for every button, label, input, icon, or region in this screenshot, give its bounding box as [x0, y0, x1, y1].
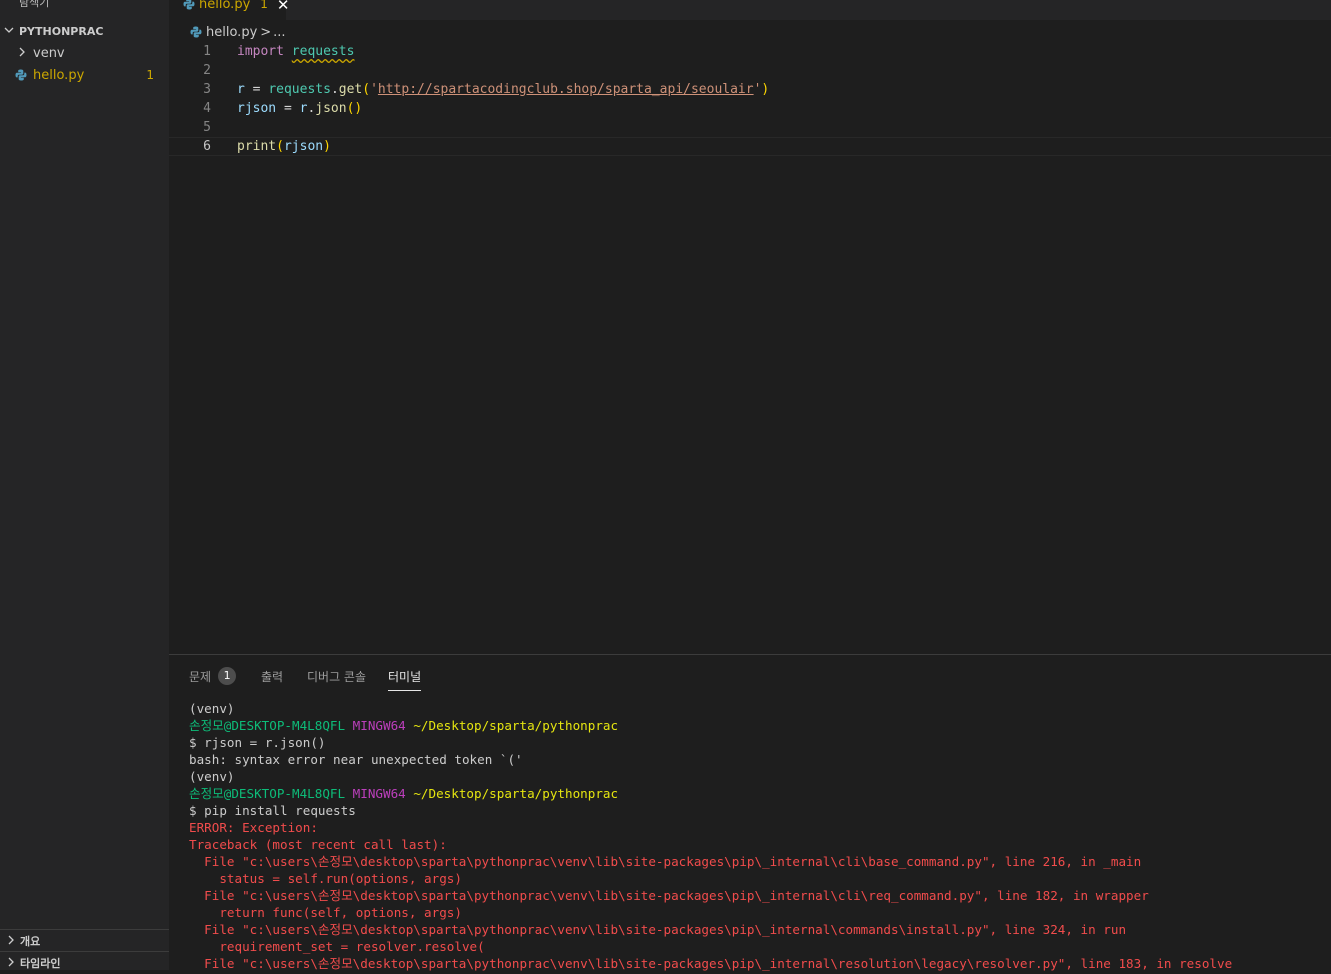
python-file-icon [183, 0, 195, 10]
section-title: 타임라인 [20, 957, 61, 970]
breadcrumb-more[interactable]: ... [273, 25, 285, 40]
tab-debug-console[interactable]: 디버그 콘솔 [307, 665, 366, 687]
terminal-error-line: ERROR: Exception: [189, 820, 318, 835]
line-number: 4 [203, 101, 211, 116]
timeline-section[interactable]: 타임라인 [0, 951, 169, 974]
code-line: 3 r = requests.get('http://spartacodingc… [169, 80, 1331, 99]
code-text: r = requests.get('http://spartacodingclu… [237, 82, 770, 97]
breadcrumb-file[interactable]: hello.py [206, 25, 257, 40]
breadcrumb: hello.py > ... [169, 22, 286, 42]
terminal-error-line: requirement_set = resolver.resolve( [189, 939, 485, 954]
line-number: 1 [203, 44, 211, 59]
chevron-right-icon [6, 957, 16, 970]
close-icon[interactable]: ✕ [277, 0, 290, 14]
explorer-title: 탐색기 [19, 0, 50, 9]
terminal-line: $ pip install requests [189, 803, 356, 818]
tab-label: 문제 [189, 669, 212, 684]
tab-label: 출력 [261, 669, 284, 684]
terminal-error-line: status = self.run(options, args) [189, 871, 462, 886]
editor-tab-bar: hello.py 1 ✕ [169, 0, 1331, 20]
code-text: print(rjson) [237, 139, 331, 154]
ellipsis-icon[interactable]: ··· [138, 0, 154, 8]
terminal-prompt: 손정모@DESKTOP-M4L8QFL MINGW64 ~/Desktop/sp… [189, 717, 1232, 734]
tab-output[interactable]: 출력 [261, 665, 283, 687]
tree-item-label: hello.py [33, 67, 85, 83]
problem-count-badge: 1 [146, 68, 154, 82]
prompt-path: ~/Desktop/sparta/pythonprac [413, 718, 619, 733]
code-text: import requests [237, 44, 355, 59]
python-file-icon [15, 69, 27, 81]
prompt-user: 손정모@DESKTOP-M4L8QFL [189, 718, 346, 733]
code-text: rjson = r.json() [237, 101, 363, 116]
tab-problem-badge: 1 [260, 0, 268, 11]
chevron-down-icon [4, 25, 14, 38]
code-line: 4 rjson = r.json() [169, 99, 1331, 118]
terminal-line: (venv) [189, 701, 235, 716]
terminal-line: (venv) [189, 769, 235, 784]
prompt-user: 손정모@DESKTOP-M4L8QFL [189, 786, 346, 801]
code-line: 1 import requests [169, 42, 1331, 61]
terminal-error-line: File "c:\users\손정모\desktop\sparta\python… [189, 922, 1127, 937]
terminal-prompt: 손정모@DESKTOP-M4L8QFL MINGW64 ~/Desktop/sp… [189, 785, 1232, 802]
terminal-error-line: File "c:\users\손정모\desktop\sparta\python… [189, 956, 1233, 971]
tab-hello-py[interactable]: hello.py 1 ✕ [169, 0, 289, 20]
prompt-path: ~/Desktop/sparta/pythonprac [413, 786, 619, 801]
bottom-panel: 문제 1 출력 디버그 콘솔 터미널 (venv) 손정모@DESKTOP-M4L… [169, 654, 1331, 971]
chevron-right-icon [17, 47, 29, 60]
folder-header-pythonprac[interactable]: PYTHONPRAC [0, 22, 169, 40]
tree-item-venv[interactable]: venv [0, 42, 169, 64]
terminal-line: $ rjson = r.json() [189, 735, 326, 750]
tab-label: 디버그 콘솔 [307, 669, 367, 684]
chevron-right-icon [6, 935, 16, 948]
tab-problems[interactable]: 문제 1 [189, 665, 237, 687]
code-line: 5 [169, 118, 1331, 137]
tree-item-label: venv [33, 45, 65, 61]
code-line-active: 6 print(rjson) [169, 137, 1331, 156]
tab-terminal[interactable]: 터미널 [388, 665, 422, 691]
prompt-shell: MINGW64 [352, 718, 406, 733]
terminal-error-line: File "c:\users\손정모\desktop\sparta\python… [189, 854, 1142, 869]
code-editor[interactable]: 1 import requests 2 3 r = requests.get('… [169, 42, 1331, 156]
line-number: 2 [203, 63, 211, 78]
section-title: 개요 [20, 935, 41, 948]
tab-label: 터미널 [388, 669, 422, 684]
outline-section[interactable]: 개요 [0, 929, 169, 952]
breadcrumb-separator: > [260, 24, 272, 40]
prompt-shell: MINGW64 [352, 786, 406, 801]
python-file-icon [190, 26, 202, 38]
folder-name: PYTHONPRAC [19, 24, 104, 38]
explorer-sidebar: 탐색기 ··· PYTHONPRAC venv hello.py 1 개요 타임… [0, 0, 169, 970]
terminal-error-line: return func(self, options, args) [189, 905, 462, 920]
line-number: 5 [203, 120, 211, 135]
line-number: 3 [203, 82, 211, 97]
code-line: 2 [169, 61, 1331, 80]
terminal-line: bash: syntax error near unexpected token… [189, 752, 523, 767]
terminal-error-line: Traceback (most recent call last): [189, 837, 447, 852]
line-number: 6 [203, 139, 211, 154]
tab-label: hello.py [199, 0, 251, 12]
tree-item-hello-py[interactable]: hello.py 1 [0, 64, 169, 86]
terminal-error-line: File "c:\users\손정모\desktop\sparta\python… [189, 888, 1149, 903]
problem-count-badge: 1 [218, 667, 237, 685]
terminal-output[interactable]: (venv) 손정모@DESKTOP-M4L8QFL MINGW64 ~/Desk… [189, 700, 1232, 972]
